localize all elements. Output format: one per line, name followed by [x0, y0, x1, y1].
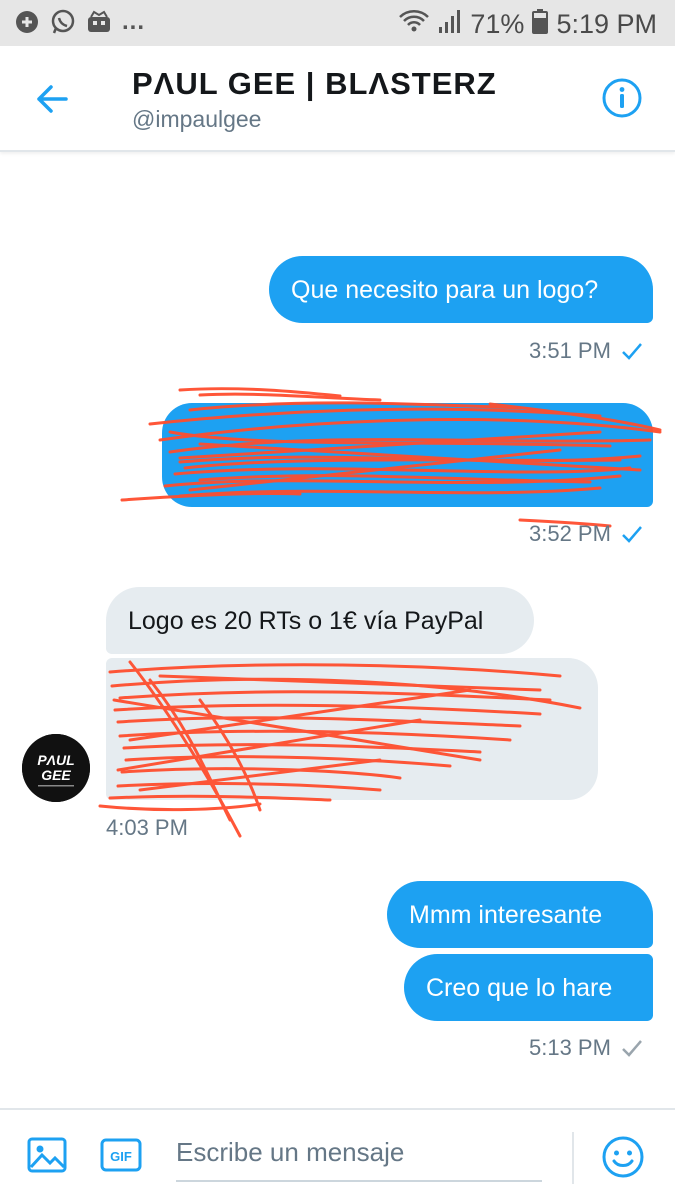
add-photo-button[interactable] [26, 1134, 68, 1176]
avatar-text-line1: PΛUL [37, 752, 74, 768]
add-gif-button[interactable]: GIF [100, 1134, 142, 1176]
clock: 5:19 PM [556, 9, 657, 39]
check-icon [622, 526, 642, 543]
timestamp-text: 5:13 PM [529, 1035, 611, 1060]
info-button[interactable] [601, 77, 643, 119]
message-timestamp: 3:52 PM [529, 521, 643, 547]
emoji-button[interactable] [600, 1134, 646, 1180]
conversation-handle: @impaulgee [132, 106, 262, 132]
gif-icon: GIF [100, 1138, 142, 1172]
message-bubble-outgoing-redacted[interactable] [162, 403, 653, 507]
back-button[interactable] [30, 76, 76, 122]
whatsapp-icon [50, 9, 76, 35]
status-bar: ... 71% 5:19 PM [0, 0, 675, 46]
message-input[interactable] [176, 1124, 542, 1182]
message-timestamp: 3:51 PM [529, 338, 643, 364]
image-icon [27, 1137, 67, 1173]
message-bubble-outgoing[interactable]: Que necesito para un logo? [269, 256, 653, 323]
message-timestamp: 5:13 PM [529, 1035, 643, 1061]
message-bubble-outgoing[interactable]: Creo que lo hare [404, 954, 653, 1021]
avatar[interactable]: PΛUL GEE [22, 734, 90, 802]
sb-app-icon [14, 9, 40, 35]
battery-percent: 71% [470, 9, 525, 39]
more-notifications: ... [122, 8, 146, 35]
wifi-icon [398, 8, 430, 41]
avatar-text-line2: GEE [41, 767, 71, 783]
composer-divider [572, 1132, 574, 1184]
emoji-icon [602, 1136, 644, 1178]
battery-icon [532, 8, 549, 41]
timestamp-text: 3:51 PM [529, 338, 611, 363]
check-icon [622, 1040, 642, 1057]
system-indicators: 71% 5:19 PM [398, 8, 657, 41]
sb-bot-icon [86, 9, 112, 35]
signal-icon [438, 8, 462, 41]
message-bubble-outgoing[interactable]: Mmm interesante [387, 881, 653, 948]
message-timestamp: 4:03 PM [106, 815, 188, 841]
message-bubble-incoming-redacted[interactable] [106, 658, 598, 800]
info-icon [602, 78, 642, 118]
notification-icons: ... [14, 9, 145, 35]
timestamp-text: 4:03 PM [106, 815, 188, 840]
timestamp-text: 3:52 PM [529, 521, 611, 546]
message-composer: GIF [0, 1108, 675, 1202]
conversation-header: PΛUL GEE | BLΛSTERZ @impaulgee [0, 46, 675, 152]
gif-label: GIF [110, 1149, 132, 1164]
back-arrow-icon [37, 85, 68, 113]
message-bubble-incoming[interactable]: Logo es 20 RTs o 1€ vía PayPal [106, 587, 534, 654]
conversation-title: PΛUL GEE | BLΛSTERZ [132, 66, 497, 101]
check-icon [622, 343, 642, 360]
